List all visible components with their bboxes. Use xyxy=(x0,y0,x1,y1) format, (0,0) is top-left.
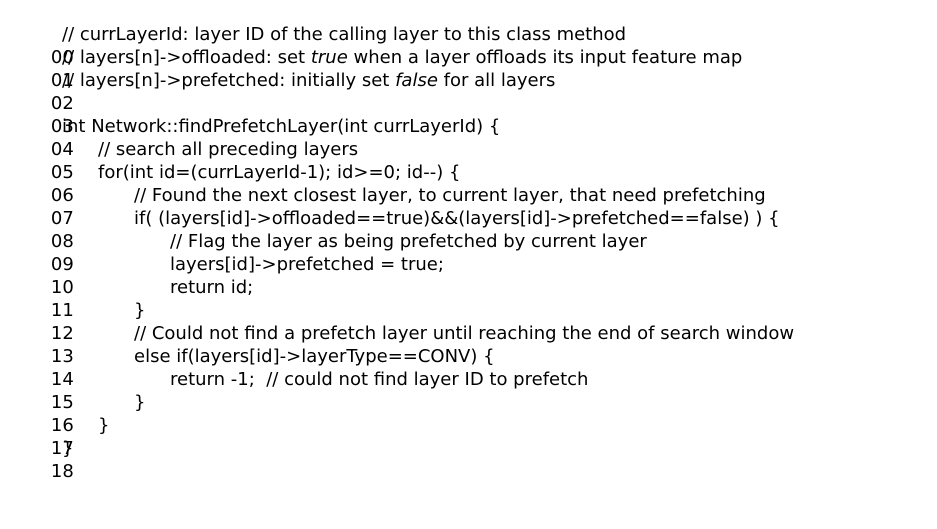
code-listing: 00 // currLayerId: layer ID of the calli… xyxy=(28,23,794,482)
code-text: int Network::findPrefetchLayer(int currL… xyxy=(62,116,501,137)
code-text: if( (layers[id]->offloaded==true)&&(laye… xyxy=(134,208,780,229)
code-text: } xyxy=(134,392,146,413)
italic-keyword: true xyxy=(310,47,348,68)
code-line-08: 08 if( (layers[id]->offloaded==true)&&(l… xyxy=(28,207,780,252)
code-line-16: 16 } xyxy=(28,391,146,436)
line-number: 18 xyxy=(50,461,74,482)
code-line-00: 00 // currLayerId: layer ID of the calli… xyxy=(28,23,626,68)
code-text: } xyxy=(98,415,110,436)
code-text: } xyxy=(134,300,146,321)
code-line-07: 07 // Found the next closest layer, to c… xyxy=(28,184,766,229)
code-line-01: 01 // layers[n]->offloaded: set true whe… xyxy=(28,46,742,91)
code-line-15: 15 return -1; // could not find layer ID… xyxy=(28,368,589,413)
code-text: // currLayerId: layer ID of the calling … xyxy=(62,24,627,45)
code-text: layers[id]->prefetched = true; xyxy=(170,254,444,275)
code-line-04: 04 int Network::findPrefetchLayer(int cu… xyxy=(28,115,500,160)
code-line-11: 11 return id; xyxy=(28,276,253,321)
code-line-18: 18 } xyxy=(28,437,75,482)
code-text: } xyxy=(62,438,74,459)
code-line-12: 12 } xyxy=(28,299,146,344)
code-line-03: 03 xyxy=(28,92,75,137)
code-text: // layers[n]->prefetched: initially set … xyxy=(62,70,556,91)
code-line-17: 17 } xyxy=(28,414,110,459)
code-text: else if(layers[id]->layerType==CONV) { xyxy=(134,346,495,367)
code-line-10: 10 layers[id]->prefetched = true; xyxy=(28,253,444,298)
code-line-13: 13 // Could not find a prefetch layer un… xyxy=(28,322,794,367)
code-line-05: 05 // search all preceding layers xyxy=(28,138,358,183)
code-text: // Flag the layer as being prefetched by… xyxy=(170,231,647,252)
code-line-09: 09 // Flag the layer as being prefetched… xyxy=(28,230,647,275)
code-text: // Could not find a prefetch layer until… xyxy=(134,323,795,344)
code-line-14: 14 else if(layers[id]->layerType==CONV) … xyxy=(28,345,495,390)
code-text: return -1; // could not find layer ID to… xyxy=(170,369,589,390)
code-text: for(int id=(currLayerId-1); id>=0; id--)… xyxy=(98,162,461,183)
code-text: // layers[n]->offloaded: set true when a… xyxy=(62,47,743,68)
italic-keyword: false xyxy=(395,70,438,91)
code-text: return id; xyxy=(170,277,254,298)
code-line-02: 02 // layers[n]->prefetched: initially s… xyxy=(28,69,556,114)
code-text: // search all preceding layers xyxy=(98,139,359,160)
code-text: // Found the next closest layer, to curr… xyxy=(134,185,766,206)
code-line-06: 06 for(int id=(currLayerId-1); id>=0; id… xyxy=(28,161,461,206)
